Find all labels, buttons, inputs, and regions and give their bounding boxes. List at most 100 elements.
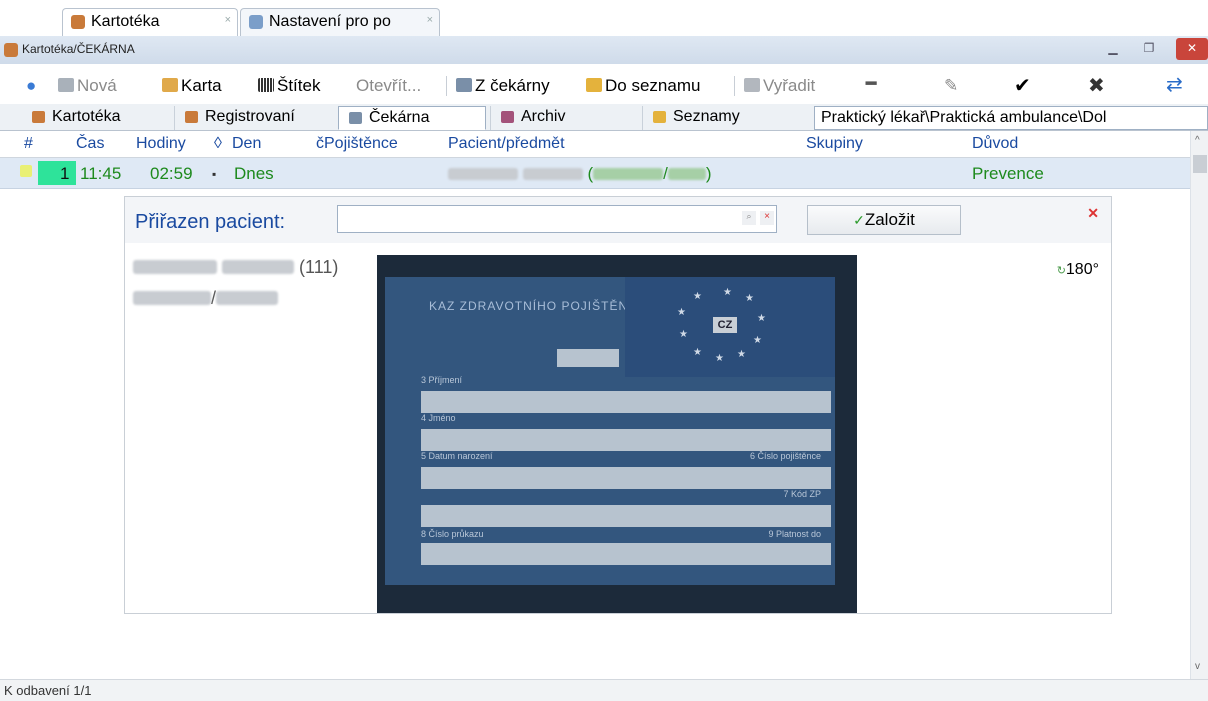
app-icon [4,43,18,57]
clear-icon[interactable]: × [760,211,774,225]
open-button[interactable]: Otevřít... [356,76,421,96]
department-select[interactable]: Praktický lékař\Praktická ambulance\Dol [814,106,1208,130]
row-indicator-icon [20,165,32,177]
col-time[interactable]: Čas [76,135,104,153]
tab-kartoteka[interactable]: Kartotéka [22,106,172,130]
person-icon [456,78,472,92]
col-flag[interactable]: ◊ [214,135,222,153]
card-field-surname-label: 3 Příjmení [421,375,463,385]
row-day: Dnes [234,164,274,183]
tab-registrovani[interactable]: Registrovaní [174,106,336,130]
patient-search-input[interactable]: ⌕ × [337,205,777,233]
tab-label: Registrovaní [205,108,295,125]
close-window-icon[interactable]: ✕ [1176,38,1208,60]
new-label: Nová [77,76,117,95]
tab-seznamy[interactable]: Seznamy [642,106,808,130]
card-field-insurance-no-label: 6 Číslo pojištěnce [749,451,821,461]
discard-icon [744,78,760,92]
doc-tab-label: Nastavení pro po [269,13,391,30]
open-label: Otevřít... [356,76,422,95]
row-patient-redacted: (/) [448,164,712,184]
to-list-label: Do seznamu [605,76,701,95]
patient-info: (111) / [133,257,338,309]
patient-surname-redacted [222,260,295,274]
discard-label: Vyřadit [763,76,816,95]
search-icon[interactable]: ⌕ [742,211,756,225]
edit-icon[interactable]: ✎ [944,76,958,96]
card-field-name [421,429,831,451]
discard-button[interactable]: Vyřadit [744,76,815,96]
country-code: CZ [713,317,737,333]
col-groups[interactable]: Skupiny [806,135,863,153]
col-insurance-no[interactable]: čPojištěnce [316,135,398,153]
row-num-cell [38,161,76,185]
refresh-icon[interactable]: ⇄ [1166,72,1183,97]
assign-patient-label: Přiřazen pacient: [135,211,286,233]
row-flag-icon: ▪ [212,167,217,181]
toolbar-divider [446,76,447,96]
card-field-birth [421,467,831,489]
card-field-name-label: 4 Jméno [421,413,456,423]
card-field-code [421,505,831,527]
doc-tab-settings[interactable]: Nastavení pro po × [240,8,440,36]
card-label: Karta [181,76,222,95]
row-num: 1 [60,164,70,183]
window-titlebar: Kartotéka/ČEKÁRNA ▁ ❐ ✕ [0,36,1208,65]
department-select-value: Praktický lékař\Praktická ambulance\Dol [821,109,1107,126]
patient-name-redacted [133,260,217,274]
status-bar: K odbavení 1/1 [0,679,1208,701]
table-row[interactable]: 1 11:45 02:59 ▪ Dnes (/) Prevence [0,158,1190,189]
card-chip [557,349,619,367]
col-reason[interactable]: Důvod [972,135,1018,153]
tab-archiv[interactable]: Archiv [490,106,640,130]
bullet-icon: ● [26,76,37,95]
scroll-thumb[interactable] [1193,155,1207,173]
col-patient[interactable]: Pacient/předmět [448,135,565,153]
label-label: Štítek [277,76,321,95]
close-icon[interactable]: ✕ [1087,205,1099,222]
row-time: 11:45 [80,164,122,183]
group-icon [586,78,602,92]
scroll-down-icon[interactable]: v [1195,661,1200,672]
col-hours[interactable]: Hodiny [136,135,186,153]
close-icon[interactable]: × [427,9,433,33]
lists-icon [653,111,666,123]
tab-label: Archiv [521,108,566,125]
tab-label: Kartotéka [52,108,121,125]
card-field-birth-label: 5 Datum narození [421,451,493,461]
doc-tab-label: Kartotéka [91,13,160,30]
cancel-icon[interactable]: ✖ [1088,73,1105,98]
minimize-icon[interactable]: ▁ [1100,38,1126,60]
minus-icon[interactable]: ━ [866,74,876,94]
card-field-surname [421,391,831,413]
create-button[interactable]: ✓Založit [807,205,961,235]
new-icon [58,78,74,92]
kartoteka-icon [32,111,45,123]
card-field-code-label: 7 Kód ZP [783,489,821,499]
label-button[interactable]: Štítek [258,76,320,96]
vertical-scrollbar[interactable]: ^ v [1190,131,1208,679]
restore-icon[interactable]: ❐ [1136,38,1162,60]
to-list-button[interactable]: Do seznamu [586,76,700,96]
barcode-icon [258,78,274,92]
scroll-up-icon[interactable]: ^ [1195,135,1200,146]
toolbar-divider [734,76,735,96]
rotate-label: 180° [1065,261,1099,278]
new-button[interactable]: Nová [58,76,117,96]
col-num[interactable]: # [24,135,33,153]
tab-cekarna[interactable]: Čekárna [338,106,486,130]
patient-id-redacted: / [133,288,279,309]
col-day[interactable]: Den [232,135,261,153]
waiting-room-icon [349,112,362,124]
card-button[interactable]: Karta [162,76,222,96]
rotate-icon: ↻ [1056,265,1066,277]
row-hours: 02:59 [150,164,193,183]
archive-icon [501,111,514,123]
rotate-button[interactable]: ↻180° [1057,261,1099,279]
from-waiting-button[interactable]: Z čekárny [456,76,550,96]
confirm-icon[interactable]: ✔ [1014,73,1031,98]
doc-tab-kartoteka[interactable]: Kartotéka × [62,8,238,36]
close-icon[interactable]: × [225,9,231,33]
assign-patient-panel: Přiřazen pacient: ⌕ × ✓Založit ✕ (111) /… [124,196,1112,614]
toolbar: ● Nová Karta Štítek Otevřít... Z čekárny… [0,64,1208,105]
